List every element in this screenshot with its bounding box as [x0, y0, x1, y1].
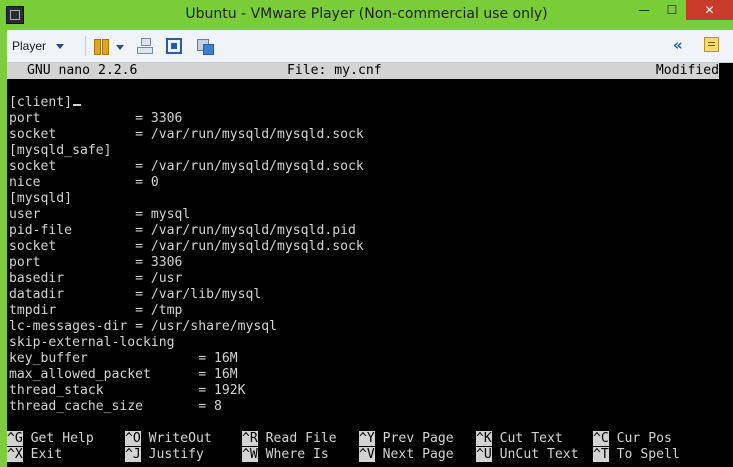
nano-shortcut-bar: ^G Get Help ^O WriteOut ^R Read File ^Y …	[7, 431, 719, 463]
editor-line: datadir = /var/lib/mysql	[9, 287, 262, 302]
editor-line: skip-external-locking	[9, 335, 175, 350]
chevron-down-icon	[56, 43, 65, 49]
vmware-toolbar: Player «	[7, 30, 733, 63]
editor-line: port = 3306	[9, 111, 183, 126]
shortcut-uncut-text[interactable]: ^U UnCut Text	[476, 447, 579, 463]
nano-file-name: File: my.cnf	[287, 63, 382, 78]
editor-line: [client]	[9, 95, 719, 111]
editor-line: [mysqld_safe]	[9, 143, 112, 158]
shortcut-next-page[interactable]: ^V Next Page	[359, 447, 454, 463]
shortcut-cut-text[interactable]: ^K Cut Text	[476, 431, 563, 447]
editor-line: socket = /var/run/mysqld/mysqld.sock	[9, 159, 364, 174]
editor-line: nice = 0	[9, 175, 159, 190]
editor-line: lc-messages-dir = /usr/share/mysql	[9, 319, 278, 334]
window-title: Ubuntu - VMware Player (Non-commercial u…	[185, 6, 548, 22]
text-cursor	[73, 104, 82, 106]
editor-line: tmpdir = /tmp	[9, 303, 183, 318]
editor-line: pid-file = /var/run/mysqld/mysqld.pid	[9, 223, 356, 238]
editor-line: [mysqld]	[9, 191, 73, 206]
editor-line: max_allowed_packet = 16M	[9, 367, 238, 382]
window-controls: — ☐ ✕	[630, 0, 733, 20]
collapse-toolbar-icon[interactable]: «	[673, 36, 683, 54]
editor-line: thread_cache_size = 8	[9, 399, 222, 414]
editor-line: socket = /var/run/mysqld/mysqld.sock	[9, 127, 364, 142]
shortcut-row: ^G Get Help ^O WriteOut ^R Read File ^Y …	[7, 431, 719, 447]
shortcut-writeout[interactable]: ^O WriteOut	[125, 431, 212, 447]
chevron-down-icon[interactable]	[116, 45, 124, 50]
editor-line: key_buffer = 16M	[9, 351, 238, 366]
nano-modified-status: Modified	[655, 63, 719, 78]
minimize-button[interactable]: —	[630, 0, 658, 20]
shortcut-prev-page[interactable]: ^Y Prev Page	[359, 431, 454, 447]
shortcut-read-file[interactable]: ^R Read File	[242, 431, 337, 447]
maximize-button[interactable]: ☐	[658, 0, 686, 20]
player-menu-label: Player	[12, 39, 47, 53]
nano-version: GNU nano 2.2.6	[27, 63, 138, 78]
terminal-screen[interactable]: GNU nano 2.2.6 File: my.cnf Modified [cl…	[7, 63, 733, 467]
nano-title-bar: GNU nano 2.2.6 File: my.cnf Modified	[7, 63, 719, 79]
editor-line: port = 3306	[9, 255, 183, 270]
shortcut-to-spell[interactable]: ^T To Spell	[593, 447, 680, 463]
shortcut-cur-pos[interactable]: ^C Cur Pos	[593, 431, 672, 447]
pause-icon[interactable]	[93, 38, 109, 55]
close-button[interactable]: ✕	[686, 0, 733, 20]
messages-icon[interactable]	[704, 37, 719, 52]
editor-line: basedir = /usr	[9, 271, 183, 286]
shortcut-where-is[interactable]: ^W Where Is	[242, 447, 329, 463]
toolbar-divider	[85, 36, 86, 56]
title-bar: Ubuntu - VMware Player (Non-commercial u…	[0, 0, 733, 30]
fullscreen-icon[interactable]	[166, 38, 182, 54]
network-icon[interactable]	[137, 38, 153, 54]
shortcut-justify[interactable]: ^J Justify	[125, 447, 204, 463]
editor-buffer[interactable]: [client] port = 3306 socket = /var/run/m…	[9, 95, 719, 415]
shortcut-exit[interactable]: ^X Exit	[7, 447, 62, 463]
editor-line: socket = /var/run/mysqld/mysqld.sock	[9, 239, 364, 254]
shortcut-row: ^X Exit ^J Justify ^W Where Is ^V Next P…	[7, 447, 719, 463]
editor-line: user = mysql	[9, 207, 191, 222]
unity-icon[interactable]	[197, 38, 214, 55]
shortcut-get-help[interactable]: ^G Get Help	[7, 431, 94, 447]
editor-line: thread_stack = 192K	[9, 383, 246, 398]
player-menu-button[interactable]: Player	[12, 37, 65, 55]
